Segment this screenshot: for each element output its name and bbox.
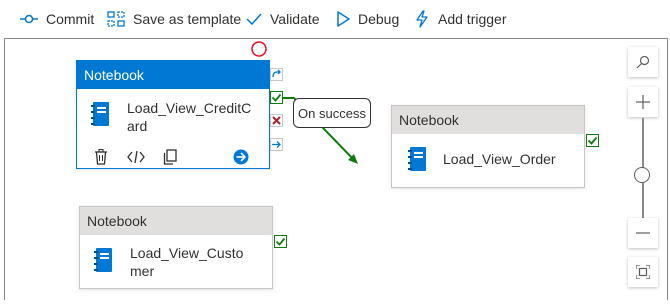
zoom-controls: [628, 46, 658, 298]
activity-load-view-customer[interactable]: Notebook Load_View_Customer: [79, 206, 273, 289]
add-trigger-label: Add trigger: [438, 11, 507, 27]
zoom-out-button[interactable]: [628, 218, 658, 248]
success-connector-icon[interactable]: [586, 134, 599, 147]
plus-icon: [636, 95, 650, 109]
activity-name: Load_View_Order: [443, 151, 556, 167]
notebook-icon: [94, 248, 112, 272]
activity-name: Load_View_Customer: [130, 245, 244, 279]
skip-connector-icon[interactable]: [270, 68, 283, 81]
save-as-template-label: Save as template: [133, 11, 242, 27]
success-connector-icon[interactable]: [270, 91, 283, 104]
activity-load-view-order[interactable]: Notebook Load_View_Order: [391, 105, 585, 188]
activity-name: Load_View_CreditCard: [127, 100, 252, 134]
search-icon: [636, 55, 650, 69]
zoom-in-button[interactable]: [628, 87, 658, 117]
lightning-icon: [416, 10, 428, 28]
toolbar: Commit Save as template Validate Debug A…: [0, 0, 670, 38]
connection-label: On success: [293, 98, 371, 128]
failure-connector-icon[interactable]: [270, 114, 283, 127]
error-circle-icon: [251, 41, 267, 57]
delete-icon[interactable]: [94, 149, 108, 165]
checkmark-icon: [246, 13, 262, 25]
activity-type-label: Notebook: [80, 207, 272, 235]
fit-to-screen-button[interactable]: [628, 257, 658, 287]
minus-icon: [636, 232, 650, 234]
search-button[interactable]: [628, 47, 658, 77]
activity-type-label: Notebook: [392, 106, 584, 134]
debug-label: Debug: [358, 11, 400, 27]
notebook-icon: [408, 147, 426, 171]
arrow-right-circle-icon[interactable]: [233, 149, 249, 165]
notebook-icon: [91, 102, 109, 126]
commit-label: Commit: [46, 11, 95, 27]
completion-connector-icon[interactable]: [270, 138, 283, 151]
fit-screen-icon: [636, 265, 650, 279]
add-trigger-button[interactable]: Add trigger: [414, 6, 506, 32]
activity-load-view-creditcard[interactable]: Notebook Load_View_CreditCard: [76, 60, 270, 169]
commit-button[interactable]: Commit: [20, 6, 94, 32]
debug-button[interactable]: Debug: [336, 6, 399, 32]
commit-icon: [20, 14, 38, 24]
copy-icon[interactable]: [163, 149, 177, 165]
play-icon: [337, 11, 350, 27]
save-as-template-button[interactable]: Save as template: [107, 6, 241, 32]
code-icon[interactable]: [127, 150, 145, 164]
validate-button[interactable]: Validate: [246, 6, 320, 32]
template-icon: [107, 11, 125, 27]
activity-type-label: Notebook: [77, 61, 269, 89]
validate-label: Validate: [270, 11, 320, 27]
success-connector-icon[interactable]: [274, 235, 287, 248]
zoom-slider-thumb[interactable]: [634, 167, 650, 183]
